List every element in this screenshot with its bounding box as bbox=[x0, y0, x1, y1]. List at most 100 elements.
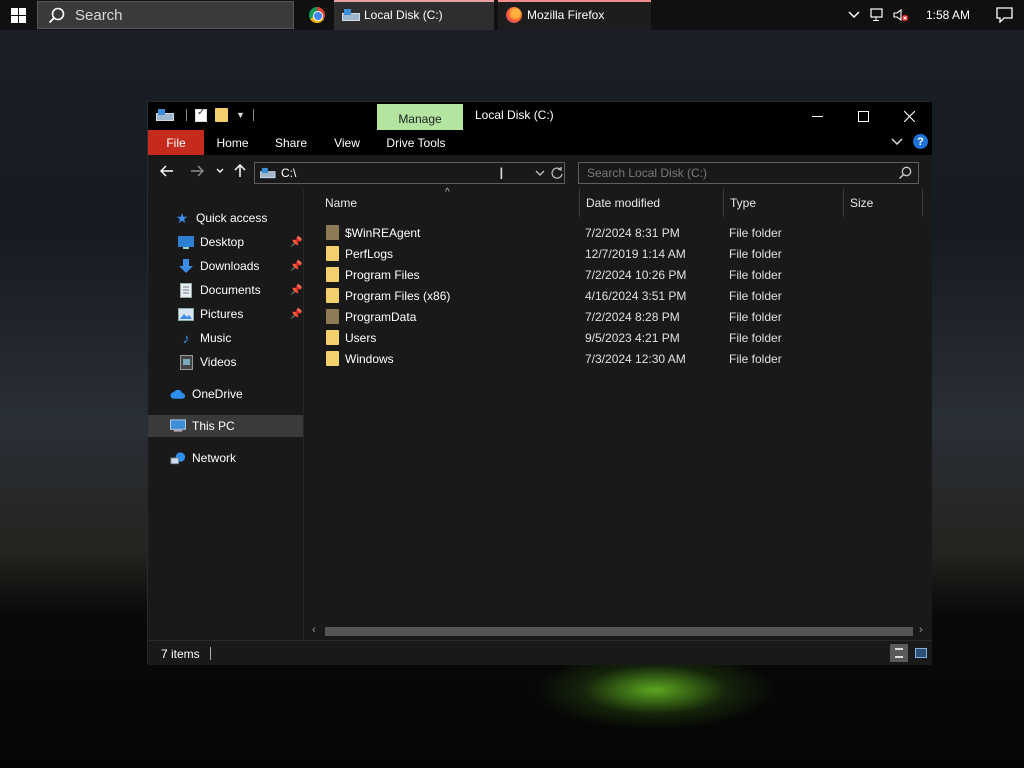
minimize-button[interactable] bbox=[794, 102, 840, 130]
recent-locations-chevron-down-icon[interactable] bbox=[216, 168, 224, 174]
details-view-button[interactable] bbox=[890, 644, 908, 662]
scroll-left-chevron-icon[interactable]: ‹ bbox=[312, 624, 316, 636]
pin-icon[interactable]: 📌 bbox=[290, 237, 302, 248]
pin-icon[interactable]: 📌 bbox=[290, 309, 302, 320]
taskbar-chrome-button[interactable] bbox=[302, 0, 332, 30]
chrome-icon bbox=[309, 7, 325, 23]
file-date: 7/3/2024 12:30 AM bbox=[585, 351, 686, 366]
column-header-size[interactable]: Size bbox=[850, 189, 920, 217]
details-view-icon bbox=[895, 648, 903, 658]
documents-icon bbox=[178, 282, 194, 298]
scroll-right-chevron-icon[interactable]: › bbox=[919, 624, 923, 636]
list-item[interactable]: Program Files 7/2/2024 10:26 PM File fol… bbox=[323, 264, 782, 285]
file-type: File folder bbox=[729, 288, 782, 303]
tray-overflow-chevron-up-icon[interactable] bbox=[842, 0, 866, 30]
tab-file[interactable]: File bbox=[148, 130, 204, 155]
folder-icon bbox=[326, 225, 339, 240]
address-history-chevron-down-icon[interactable] bbox=[535, 170, 545, 177]
sidebar-item-label: Pictures bbox=[200, 307, 244, 321]
column-divider[interactable] bbox=[922, 189, 923, 217]
file-name: Program Files bbox=[345, 267, 420, 282]
horizontal-scrollbar[interactable]: ‹ › bbox=[308, 623, 931, 640]
forward-arrow-icon[interactable] bbox=[190, 165, 204, 177]
notification-center-icon[interactable] bbox=[984, 0, 1024, 30]
properties-icon[interactable] bbox=[195, 107, 207, 122]
folder-icon bbox=[326, 288, 339, 303]
text-cursor-icon: I bbox=[499, 164, 504, 183]
tab-drive-tools[interactable]: Drive Tools bbox=[373, 130, 459, 155]
scrollbar-thumb[interactable] bbox=[325, 627, 913, 636]
pin-icon[interactable]: 📌 bbox=[290, 261, 302, 272]
list-item[interactable]: ProgramData 7/2/2024 8:28 PM File folder bbox=[323, 306, 782, 327]
large-icons-view-button[interactable] bbox=[912, 644, 930, 662]
search-input[interactable]: Search Local Disk (C:) bbox=[578, 162, 919, 184]
column-header-label: Name bbox=[325, 196, 358, 210]
sidebar-item-onedrive[interactable]: OneDrive bbox=[170, 383, 302, 405]
desktop-icon bbox=[178, 234, 194, 250]
list-item[interactable]: Program Files (x86) 4/16/2024 3:51 PM Fi… bbox=[323, 285, 782, 306]
sidebar-item-downloads[interactable]: Downloads 📌 bbox=[178, 255, 302, 277]
column-header-label: Size bbox=[850, 196, 874, 210]
refresh-icon[interactable] bbox=[550, 166, 564, 180]
volume-muted-icon[interactable] bbox=[890, 0, 912, 30]
address-bar[interactable]: C:\ I bbox=[254, 162, 565, 184]
sidebar-item-documents[interactable]: Documents 📌 bbox=[178, 279, 302, 301]
manage-contextual-tab[interactable]: Manage bbox=[377, 104, 463, 130]
help-icon[interactable]: ? bbox=[913, 134, 928, 149]
sidebar-item-desktop[interactable]: Desktop 📌 bbox=[178, 231, 302, 253]
cloud-icon bbox=[170, 386, 186, 402]
new-folder-icon[interactable] bbox=[215, 108, 228, 122]
folder-icon bbox=[326, 246, 339, 261]
sidebar-item-label: Downloads bbox=[200, 259, 260, 273]
column-divider[interactable] bbox=[723, 189, 724, 217]
sidebar-item-videos[interactable]: Videos bbox=[178, 351, 302, 373]
drive-icon bbox=[342, 9, 360, 21]
list-item[interactable]: Users 9/5/2023 4:21 PM File folder bbox=[323, 327, 782, 348]
tab-view[interactable]: View bbox=[321, 130, 373, 155]
maximize-button[interactable] bbox=[840, 102, 886, 130]
navigation-pane: ★ Quick access Desktop 📌 Downloads 📌 Doc… bbox=[148, 189, 304, 640]
list-item[interactable]: Windows 7/3/2024 12:30 AM File folder bbox=[323, 348, 782, 369]
file-type: File folder bbox=[729, 351, 782, 366]
column-header-type[interactable]: Type bbox=[730, 189, 842, 217]
pin-icon[interactable]: 📌 bbox=[290, 285, 302, 296]
file-type: File folder bbox=[729, 267, 782, 282]
column-divider[interactable] bbox=[579, 189, 580, 217]
tab-share[interactable]: Share bbox=[261, 130, 321, 155]
sidebar-item-quick-access[interactable]: ★ Quick access bbox=[174, 207, 302, 229]
network-status-icon[interactable] bbox=[866, 0, 890, 30]
sidebar-item-pictures[interactable]: Pictures 📌 bbox=[178, 303, 302, 325]
toolbar-divider bbox=[252, 109, 254, 121]
list-item[interactable]: $WinREAgent 7/2/2024 8:31 PM File folder bbox=[323, 222, 782, 243]
title-bar[interactable]: ▼ Manage Local Disk (C:) bbox=[148, 102, 932, 130]
column-header-label: Type bbox=[730, 196, 757, 210]
search-icon bbox=[48, 7, 65, 23]
taskbar-explorer-button[interactable]: Local Disk (C:) bbox=[334, 0, 494, 30]
taskbar-search-label: Search bbox=[75, 6, 123, 24]
back-arrow-icon[interactable] bbox=[160, 165, 174, 177]
customize-toolbar-chevron-down-icon[interactable]: ▼ bbox=[236, 110, 245, 120]
taskbar-search-box[interactable]: Search bbox=[37, 1, 294, 29]
folder-icon bbox=[326, 351, 339, 366]
computer-icon bbox=[170, 418, 186, 434]
start-button[interactable] bbox=[0, 0, 36, 30]
file-name: Program Files (x86) bbox=[345, 288, 451, 303]
sidebar-item-this-pc[interactable]: This PC bbox=[148, 415, 303, 437]
taskbar-clock[interactable]: 1:58 AM bbox=[912, 0, 984, 30]
expand-ribbon-chevron-down-icon[interactable] bbox=[891, 137, 903, 146]
list-item[interactable]: PerfLogs 12/7/2019 1:14 AM File folder bbox=[323, 243, 782, 264]
taskbar-firefox-button[interactable]: Mozilla Firefox bbox=[498, 0, 651, 30]
column-header-date-modified[interactable]: Date modified bbox=[586, 189, 724, 217]
sidebar-item-label: This PC bbox=[192, 419, 235, 433]
sidebar-item-music[interactable]: ♪ Music bbox=[178, 327, 302, 349]
windows-logo-icon bbox=[10, 7, 26, 23]
sidebar-item-network[interactable]: Network bbox=[170, 447, 302, 469]
up-arrow-icon[interactable] bbox=[234, 164, 246, 178]
file-name: $WinREAgent bbox=[345, 225, 421, 240]
close-button[interactable] bbox=[886, 102, 932, 130]
column-header-name[interactable]: Name ^ bbox=[325, 187, 575, 217]
sidebar-item-label: Quick access bbox=[196, 211, 268, 225]
column-divider[interactable] bbox=[843, 189, 844, 217]
tab-home[interactable]: Home bbox=[204, 130, 261, 155]
network-icon bbox=[170, 450, 186, 466]
